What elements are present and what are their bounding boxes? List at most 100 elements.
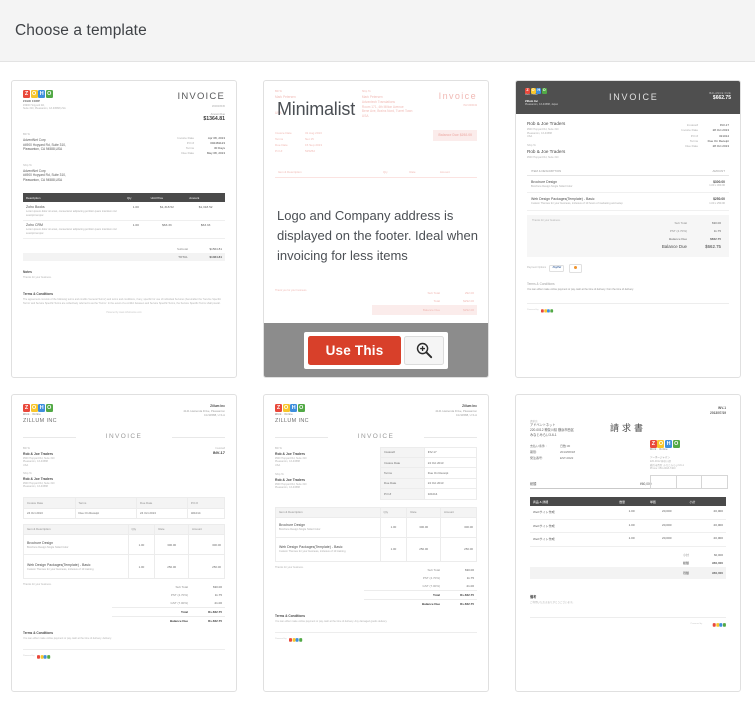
invoice-title: INVOICE <box>177 91 225 102</box>
total-row: Subtotal $1564.81 <box>23 245 225 253</box>
meta-value: 321014 <box>718 133 729 138</box>
template-card-minimalist[interactable]: Bill To Mark Petersen USA Ship To Mark P… <box>263 80 489 378</box>
table-row: P.O.# 321014 <box>380 488 478 500</box>
use-this-button[interactable]: Use This <box>307 335 402 365</box>
page-header: Choose a template <box>0 0 755 62</box>
amount-label: 総額 <box>530 481 537 486</box>
total-value: 21.00 <box>466 583 474 588</box>
template-card-dark-header[interactable]: Z O H O Work · Online Zillum Inc Pleasan… <box>515 80 741 378</box>
column-header: 単価 <box>646 497 687 507</box>
balance-due-value: $662.75 <box>705 244 721 250</box>
terms-label: Terms & Conditions <box>527 281 555 286</box>
credit-card-icon <box>569 263 583 273</box>
thanks-text: Thank you for your business. <box>275 288 308 292</box>
total-label: 小計 <box>682 552 689 557</box>
total-label: 総額 <box>682 560 689 565</box>
total-value: 11.75 <box>466 575 474 580</box>
table-header-row: Item & Description Qty Rate Amount <box>275 506 478 519</box>
zoho-logo-icon <box>36 654 50 659</box>
template-card-standard[interactable]: Z O H O ZOHO CORP #4900 Hopyard Rd, Suit… <box>11 80 237 378</box>
invoice-number: INV-17 <box>212 450 225 456</box>
table-row: Due Date 24 Oct 2013 <box>380 477 478 490</box>
template-card-japanese[interactable]: INV-1 2013/07/19 請求書 請求先: アドベントネット 220-0… <box>515 394 741 692</box>
logo-tagline: Work · Online <box>525 93 538 96</box>
meta-key: Invoice# <box>380 446 425 459</box>
line-items-table: Item & Description Qty Rate Amount Broch… <box>23 523 226 580</box>
invoice-title: INVOICE <box>608 91 659 102</box>
ship-to-label: Ship To <box>361 90 371 93</box>
template-grid: Z O H O ZOHO CORP #4900 Hopyard Rd, Suit… <box>0 62 755 692</box>
item-description: Lorem ipsum dolor sit amet, consectetur … <box>26 228 117 235</box>
balance-due-label: Balance Due <box>661 244 687 250</box>
column-header: 数量 <box>616 497 647 507</box>
logo-letter: O <box>30 404 38 412</box>
bill-to-line: USA <box>275 464 281 468</box>
logo-tagline: Work · Online <box>275 412 293 416</box>
table-row: Web Design Packages(Template) - Basic Cu… <box>275 537 478 563</box>
preview-zoom-button[interactable] <box>404 335 445 365</box>
meta-value: 24 Oct 2013 <box>23 507 76 519</box>
table-row: Invoice# INV-17 <box>380 446 478 459</box>
meta-key: P.O.# <box>690 133 698 138</box>
meta-key: 期限: <box>530 449 537 454</box>
item-amount: $1,318.52 <box>186 202 225 221</box>
item-qty: 1.00 <box>616 519 647 534</box>
table-row: Zoho Books Lorem ipsum dolor sit amet, c… <box>23 202 225 221</box>
template-preview-boxed-meta: Z O H O Work · Online ZILLUM INC Zillum … <box>264 395 488 691</box>
logo-letter: H <box>536 88 542 94</box>
company-name: ZILLUM INC <box>275 418 309 425</box>
total-value: Rs.662.75 <box>460 601 474 606</box>
item-rate: 300.00 <box>154 534 189 556</box>
table-row: 24 Oct 2013 Due On Receipt 24 Oct 2013 3… <box>23 507 226 519</box>
item-rate: 20,000 <box>646 519 687 534</box>
column-header: Terms <box>74 497 138 509</box>
meta-value: 28 Oct 2013 <box>712 128 729 133</box>
terms-text: You can either make online payment or pa… <box>23 637 112 641</box>
table-row: Webサイト作成 1.00 20,000 20,000 <box>530 519 726 534</box>
total-label: PST (4.70%) <box>170 593 188 598</box>
logo-tagline: Work · Online <box>23 412 41 416</box>
total-value: Rs.662.75 <box>460 592 474 597</box>
total-label: Sub Total <box>674 220 687 225</box>
item-qty: 1.00 <box>616 506 647 520</box>
logo-letter: O <box>30 90 38 98</box>
template-card-spreadsheet[interactable]: Z O H O Work · Online ZILLUM INC Zillum … <box>11 394 237 692</box>
meta-key: Due Date <box>181 151 194 156</box>
ship-to-line: Pleasanton, CA 94588 <box>23 485 48 489</box>
company-address: Pleasanton, CA 94588, Japan <box>525 102 559 106</box>
invoice-date: 2013/07/19 <box>710 410 726 415</box>
column-header: 商品 & 詳細 <box>530 497 617 507</box>
template-preview-japanese: INV-1 2013/07/19 請求書 請求先: アドベントネット 220-0… <box>516 395 740 691</box>
column-header: Rate <box>406 167 437 179</box>
total-value: 630.00 <box>212 585 222 590</box>
bill-to-label: Bill To <box>23 446 31 450</box>
meta-key: Terms <box>689 138 698 143</box>
total-value: $292.00 <box>463 307 474 312</box>
total-value: Rs.662.75 <box>208 618 222 623</box>
meta-value: 日数:30 <box>560 443 571 448</box>
total-label: Balance Due <box>421 601 440 606</box>
ship-to-label: Ship To <box>23 163 32 167</box>
item-description: Custom Themes for your business, inclusi… <box>279 550 346 554</box>
item-description: Custom Themes for your business, inclusi… <box>27 567 94 571</box>
logo-letter: Z <box>649 439 657 448</box>
meta-key: Terms <box>275 137 284 142</box>
column-header: Rate <box>406 506 441 519</box>
meta-value: Due On Receipt <box>707 138 729 143</box>
template-preview-spreadsheet: Z O H O Work · Online ZILLUM INC Zillum … <box>12 395 236 691</box>
item-name: Webサイト作成 <box>530 519 617 534</box>
logo-letter: Z <box>275 404 282 412</box>
table-row: Zoho CRM Lorem ipsum dolor sit amet, con… <box>23 220 225 239</box>
payment-options-label: Payment Options <box>527 266 547 270</box>
thanks-text: Thanks for your business. <box>532 218 561 222</box>
logo-letter: O <box>541 88 547 94</box>
balance-due-value: $662.75 <box>712 95 731 102</box>
column-header: Amount <box>186 193 225 203</box>
ship-to-label: Ship To <box>275 472 284 476</box>
template-card-boxed-meta[interactable]: Z O H O Work · Online ZILLUM INC Zillum … <box>263 394 489 692</box>
item-rate: 1.00 x 300.00 <box>709 184 725 188</box>
template-preview-standard: Z O H O ZOHO CORP #4900 Hopyard Rd, Suit… <box>12 81 236 377</box>
meta-value: Due On Receipt <box>74 507 138 519</box>
total-label: GST (7.00%) <box>170 600 188 605</box>
item-amount: 250.00 <box>187 554 226 580</box>
